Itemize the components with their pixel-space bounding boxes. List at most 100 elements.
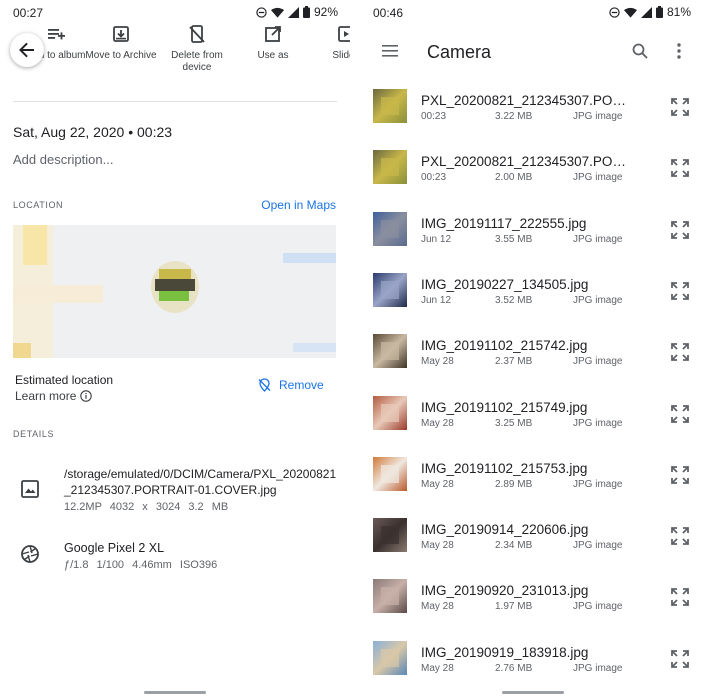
delete-from-device-icon: [189, 25, 205, 43]
file-date: May 28: [421, 356, 454, 368]
file-name: IMG_20191102_215753.jpg: [421, 460, 588, 476]
file-type: JPG image: [573, 478, 623, 490]
camera-model: Google Pixel 2 XL: [64, 541, 165, 555]
more-options-icon[interactable]: [677, 43, 681, 59]
remove-label: Remove: [279, 378, 324, 392]
file-size: 3.25 MB: [495, 417, 533, 429]
search-icon[interactable]: [632, 43, 648, 59]
file-thumbnail: [373, 89, 407, 123]
map-water: [283, 253, 336, 263]
file-size: 3.22 MB: [495, 111, 533, 122]
map-road-highlight: [23, 225, 47, 265]
gesture-nav-bar[interactable]: [144, 691, 206, 694]
open-in-maps-link[interactable]: Open in Maps: [261, 198, 336, 212]
toolbar-divider: [13, 101, 337, 102]
photo-date: Sat, Aug 22, 2020 • 00:23: [13, 124, 173, 140]
move-to-archive-button[interactable]: Move to Archive: [81, 24, 161, 62]
use-as-button[interactable]: Use as: [233, 24, 313, 62]
use-as-icon: [265, 26, 281, 42]
expand-preview-icon[interactable]: [670, 587, 690, 607]
file-thumbnail: [373, 640, 407, 675]
file-thumbnail: [373, 211, 407, 246]
file-name: IMG_20191102_215749.jpg: [421, 399, 588, 415]
file-row[interactable]: IMG_20190919_183918.jpg May 28 2.76 MB JPG …: [360, 637, 703, 698]
file-size: 2.89 MB: [495, 478, 533, 490]
file-type: JPG image: [573, 111, 623, 122]
file-date: Jun 12: [421, 294, 452, 306]
slideshow-icon: [338, 26, 350, 42]
file-type: JPG image: [573, 417, 623, 429]
estimated-location-label: Estimated location: [15, 373, 114, 387]
file-row[interactable]: IMG_20190914_220606.jpg May 28 2.34 MB JPG …: [360, 514, 703, 575]
expand-preview-icon[interactable]: [670, 281, 690, 301]
info-icon: [80, 390, 93, 402]
file-date: Jun 12: [421, 233, 452, 245]
expand-preview-icon[interactable]: [670, 342, 690, 362]
learn-more-label: Learn more: [15, 389, 77, 403]
file-size: 2.37 MB: [495, 356, 533, 368]
file-row[interactable]: IMG_20191102_215742.jpg May 28 2.37 MB JPG …: [360, 330, 703, 391]
location-map[interactable]: [13, 225, 336, 358]
file-date: May 28: [421, 478, 454, 490]
file-name: IMG_20191102_215742.jpg: [421, 338, 588, 354]
expand-preview-icon[interactable]: [670, 649, 690, 669]
slideshow-button[interactable]: Slides: [306, 24, 350, 62]
signal-icon: [287, 6, 299, 18]
file-row[interactable]: IMG_20190227_134505.jpg Jun 12 3.52 MB JPG …: [360, 269, 703, 330]
battery-level: 92%: [313, 5, 338, 19]
file-info: 12.2MP 4032 x 3024 3.2 MB: [64, 501, 229, 513]
file-browser-pane: 00:46 81% Camera PXL_20200821_212345307.…: [360, 0, 703, 700]
file-thumbnail: [373, 272, 407, 307]
file-type: JPG image: [573, 233, 623, 245]
file-row[interactable]: IMG_20191102_215749.jpg May 28 3.25 MB JPG …: [360, 392, 703, 453]
file-date: 00:23: [421, 172, 447, 184]
menu-icon[interactable]: [382, 44, 398, 58]
file-row[interactable]: PXL_20200821_212345307.PORTRAIT.jpg 00:23…: [360, 146, 703, 207]
expand-preview-icon[interactable]: [670, 220, 690, 240]
delete-from-device-button[interactable]: Delete from device: [157, 24, 237, 74]
battery-icon: [302, 6, 310, 18]
file-thumbnail: [373, 334, 407, 369]
map-road-segment: [13, 285, 103, 303]
file-path-block: /storage/emulated/0/DCIM/Camera/PXL_2020…: [64, 466, 342, 515]
file-row[interactable]: PXL_20200821_212345307.PORTRAIT-01.COVER…: [360, 85, 703, 146]
pane-gap: [350, 0, 360, 700]
file-thumbnail: [373, 150, 407, 185]
file-thumbnail: [373, 579, 407, 614]
file-size: 2.00 MB: [495, 172, 533, 184]
photo-location-marker: [151, 261, 199, 313]
file-type: JPG image: [573, 294, 623, 306]
remove-location-button[interactable]: Remove: [258, 378, 324, 392]
wifi-icon: [623, 7, 637, 18]
file-row[interactable]: IMG_20190920_231013.jpg May 28 1.97 MB JPG …: [360, 575, 703, 636]
description-field[interactable]: Add description...: [13, 152, 113, 167]
action-toolbar: Add to album Move to Archive Delete from…: [0, 24, 350, 82]
status-bar: 00:27 92%: [0, 0, 350, 26]
location-section-label: LOCATION: [13, 200, 64, 210]
expand-preview-icon[interactable]: [670, 465, 690, 485]
expand-preview-icon[interactable]: [670, 158, 690, 178]
expand-preview-icon[interactable]: [670, 97, 690, 117]
file-row[interactable]: IMG_20191102_215753.jpg May 28 2.89 MB JPG …: [360, 453, 703, 514]
expand-preview-icon[interactable]: [670, 404, 690, 424]
gesture-nav-bar[interactable]: [502, 691, 564, 694]
camera-info-block: Google Pixel 2 XL ƒ/1.8 1/100 4.46mm ISO…: [64, 540, 342, 573]
add-to-album-icon: [48, 29, 65, 40]
file-type: JPG image: [573, 540, 623, 552]
move-to-archive-label: Move to Archive: [85, 50, 157, 61]
status-time: 00:27: [13, 6, 44, 20]
file-row[interactable]: IMG_20191117_222555.jpg Jun 12 3.55 MB JPG …: [360, 208, 703, 269]
file-path: /storage/emulated/0/DCIM/Camera/PXL_2020…: [64, 467, 337, 497]
learn-more-link[interactable]: Learn more: [15, 389, 93, 403]
file-thumbnail: [373, 518, 407, 553]
file-name: IMG_20190227_134505.jpg: [421, 276, 589, 292]
archive-icon: [113, 26, 129, 42]
camera-aperture-icon: [21, 545, 39, 563]
do-not-disturb-icon: [609, 6, 620, 18]
file-name: PXL_20200821_212345307.PORTRAIT-01.COVER…: [421, 93, 633, 108]
expand-preview-icon[interactable]: [670, 526, 690, 546]
back-button[interactable]: [10, 33, 44, 67]
file-type: JPG image: [573, 662, 623, 674]
slideshow-label: Slides: [332, 50, 350, 61]
delete-from-device-label: Delete from device: [171, 50, 223, 73]
